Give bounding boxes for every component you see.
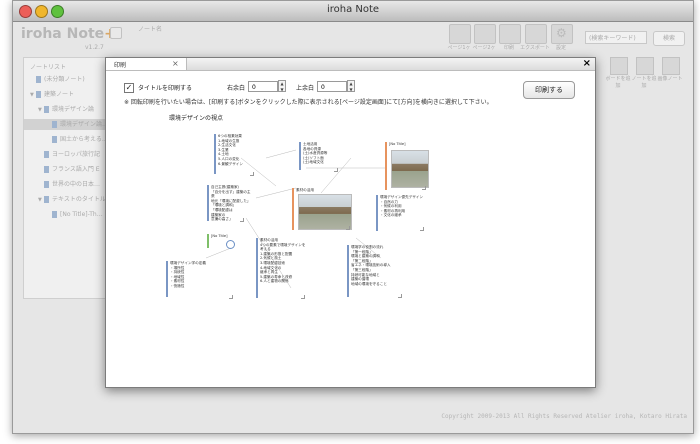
preview-card: 環境デザイン学の定義 ・場所性 ・持続性 ・地域性 ・素材性 ・快適性 <box>166 261 210 297</box>
connector-line <box>265 149 297 159</box>
card-resize-handle <box>250 172 254 176</box>
print-dialog: 印刷 × × ✓ タイトルを印刷する 右余白 0 ▲ ▼ 上余白 0 ▲ ▼ ※ 回… <box>105 57 596 388</box>
connector-line <box>205 247 232 259</box>
building-photo <box>298 194 352 230</box>
settings-button[interactable]: ⚙ <box>551 24 573 44</box>
gear-icon: ⚙ <box>556 26 567 40</box>
sidebar-item-label: 国土から考える… <box>60 136 108 143</box>
globe-icon <box>226 240 235 249</box>
search-button[interactable]: 検索 <box>653 31 685 46</box>
sidebar-header: ノートリスト <box>30 64 67 71</box>
notebook-icon <box>52 211 57 218</box>
notebook-icon <box>44 151 49 158</box>
notebook-icon <box>44 196 49 203</box>
settings-label: 設定 <box>555 45 566 51</box>
logo-text: iroha Note <box>21 26 105 42</box>
sidebar-item-label: テキストのタイトル <box>52 196 106 203</box>
note-title-label: ノート名 <box>138 26 163 33</box>
page-2-button[interactable] <box>474 24 496 44</box>
sidebar-item-label: 建築ノート <box>44 91 75 98</box>
toolbar: iroha Note+ v1.2.7 ノート名 ページ1ヶ ページ2ヶ 印刷 エ… <box>13 22 693 52</box>
card-resize-handle <box>229 295 233 299</box>
export-button[interactable] <box>525 24 547 44</box>
preview-card: 自己主張(建築家) 「自分を出す」建築の主張 地元「環境に配慮した」 「環境と調… <box>207 185 251 221</box>
sidebar-item-label: 世界の中の日本… <box>52 181 101 188</box>
building-photo <box>391 150 429 188</box>
app-small-button[interactable] <box>110 27 122 39</box>
card-resize-handle <box>301 295 305 299</box>
preview-card: 素材の活用 4つの要素で環境デザインを 考える 1.建築の形態と配置 2.気候と… <box>256 238 310 298</box>
add-board-button[interactable] <box>610 57 628 75</box>
app-logo: iroha Note+ <box>21 26 116 42</box>
connector-line <box>255 187 297 199</box>
card-resize-handle <box>334 168 338 172</box>
page-1-button[interactable] <box>449 24 471 44</box>
notebook-icon <box>36 76 41 83</box>
notebook-icon <box>52 121 57 128</box>
image-note-label: 画像ノート <box>657 76 683 82</box>
notebook-icon <box>36 91 41 98</box>
preview-card: 環境デザイン優先デザイン ・自然の力 ・気候の利用 ・素材の再利用 ・文化の継承 <box>376 195 430 231</box>
preview-card: 土地活用 各地の資源 (土)水産資源等 (土)ソフト面 (土)地域文化 <box>299 142 345 170</box>
notebook-icon <box>44 181 49 188</box>
search-input[interactable]: (検索キーワード) <box>585 31 647 44</box>
sidebar-item-label: フランス語入門 E <box>52 166 100 173</box>
notebook-icon <box>44 166 49 173</box>
version-label: v1.2.7 <box>85 44 104 51</box>
sidebar-item-label: [No Title]-Th… <box>60 211 103 218</box>
add-note-button[interactable] <box>636 57 654 75</box>
sidebar-item-label: 環境デザイン論 <box>52 106 95 113</box>
card-resize-handle <box>422 186 426 190</box>
image-note-button[interactable] <box>662 57 680 75</box>
sidebar-item-label: 環境デザイン論… <box>60 121 109 128</box>
notebook-icon <box>52 136 57 143</box>
sidebar-item-label: (未分類ノート) <box>44 76 85 83</box>
sidebar-item-label: ヨーロッパ旅行記 <box>52 151 101 158</box>
card-resize-handle <box>398 294 402 298</box>
add-note-label: ノートを追加 <box>631 76 657 89</box>
card-resize-handle <box>420 227 424 231</box>
card-resize-handle <box>240 218 244 222</box>
preview-card: 6つの相乗効果 1.地域の生態 2.生活文化 3.生業 4.土地 5.人口の変化… <box>214 134 260 174</box>
window-title: iroha Note <box>326 4 380 15</box>
title-bar[interactable]: iroha Note <box>13 1 693 22</box>
print-preview: 環境デザインの視点 6つの相乗効果 1.地域の生態 2.生活文化 3.生業 4.… <box>106 58 595 387</box>
print-toolbar-button[interactable] <box>499 24 521 44</box>
preview-card: 環境学の役割の流れ 「第一段階」 環境と建築の調和 「第二段階」 省エネ・環境技… <box>347 245 406 297</box>
notebook-icon <box>44 106 49 113</box>
add-board-label: ボードを追加 <box>605 76 631 89</box>
copyright-footer: Copyright 2009-2013 All Rights Reserved … <box>441 413 687 420</box>
card-resize-handle <box>346 226 350 230</box>
